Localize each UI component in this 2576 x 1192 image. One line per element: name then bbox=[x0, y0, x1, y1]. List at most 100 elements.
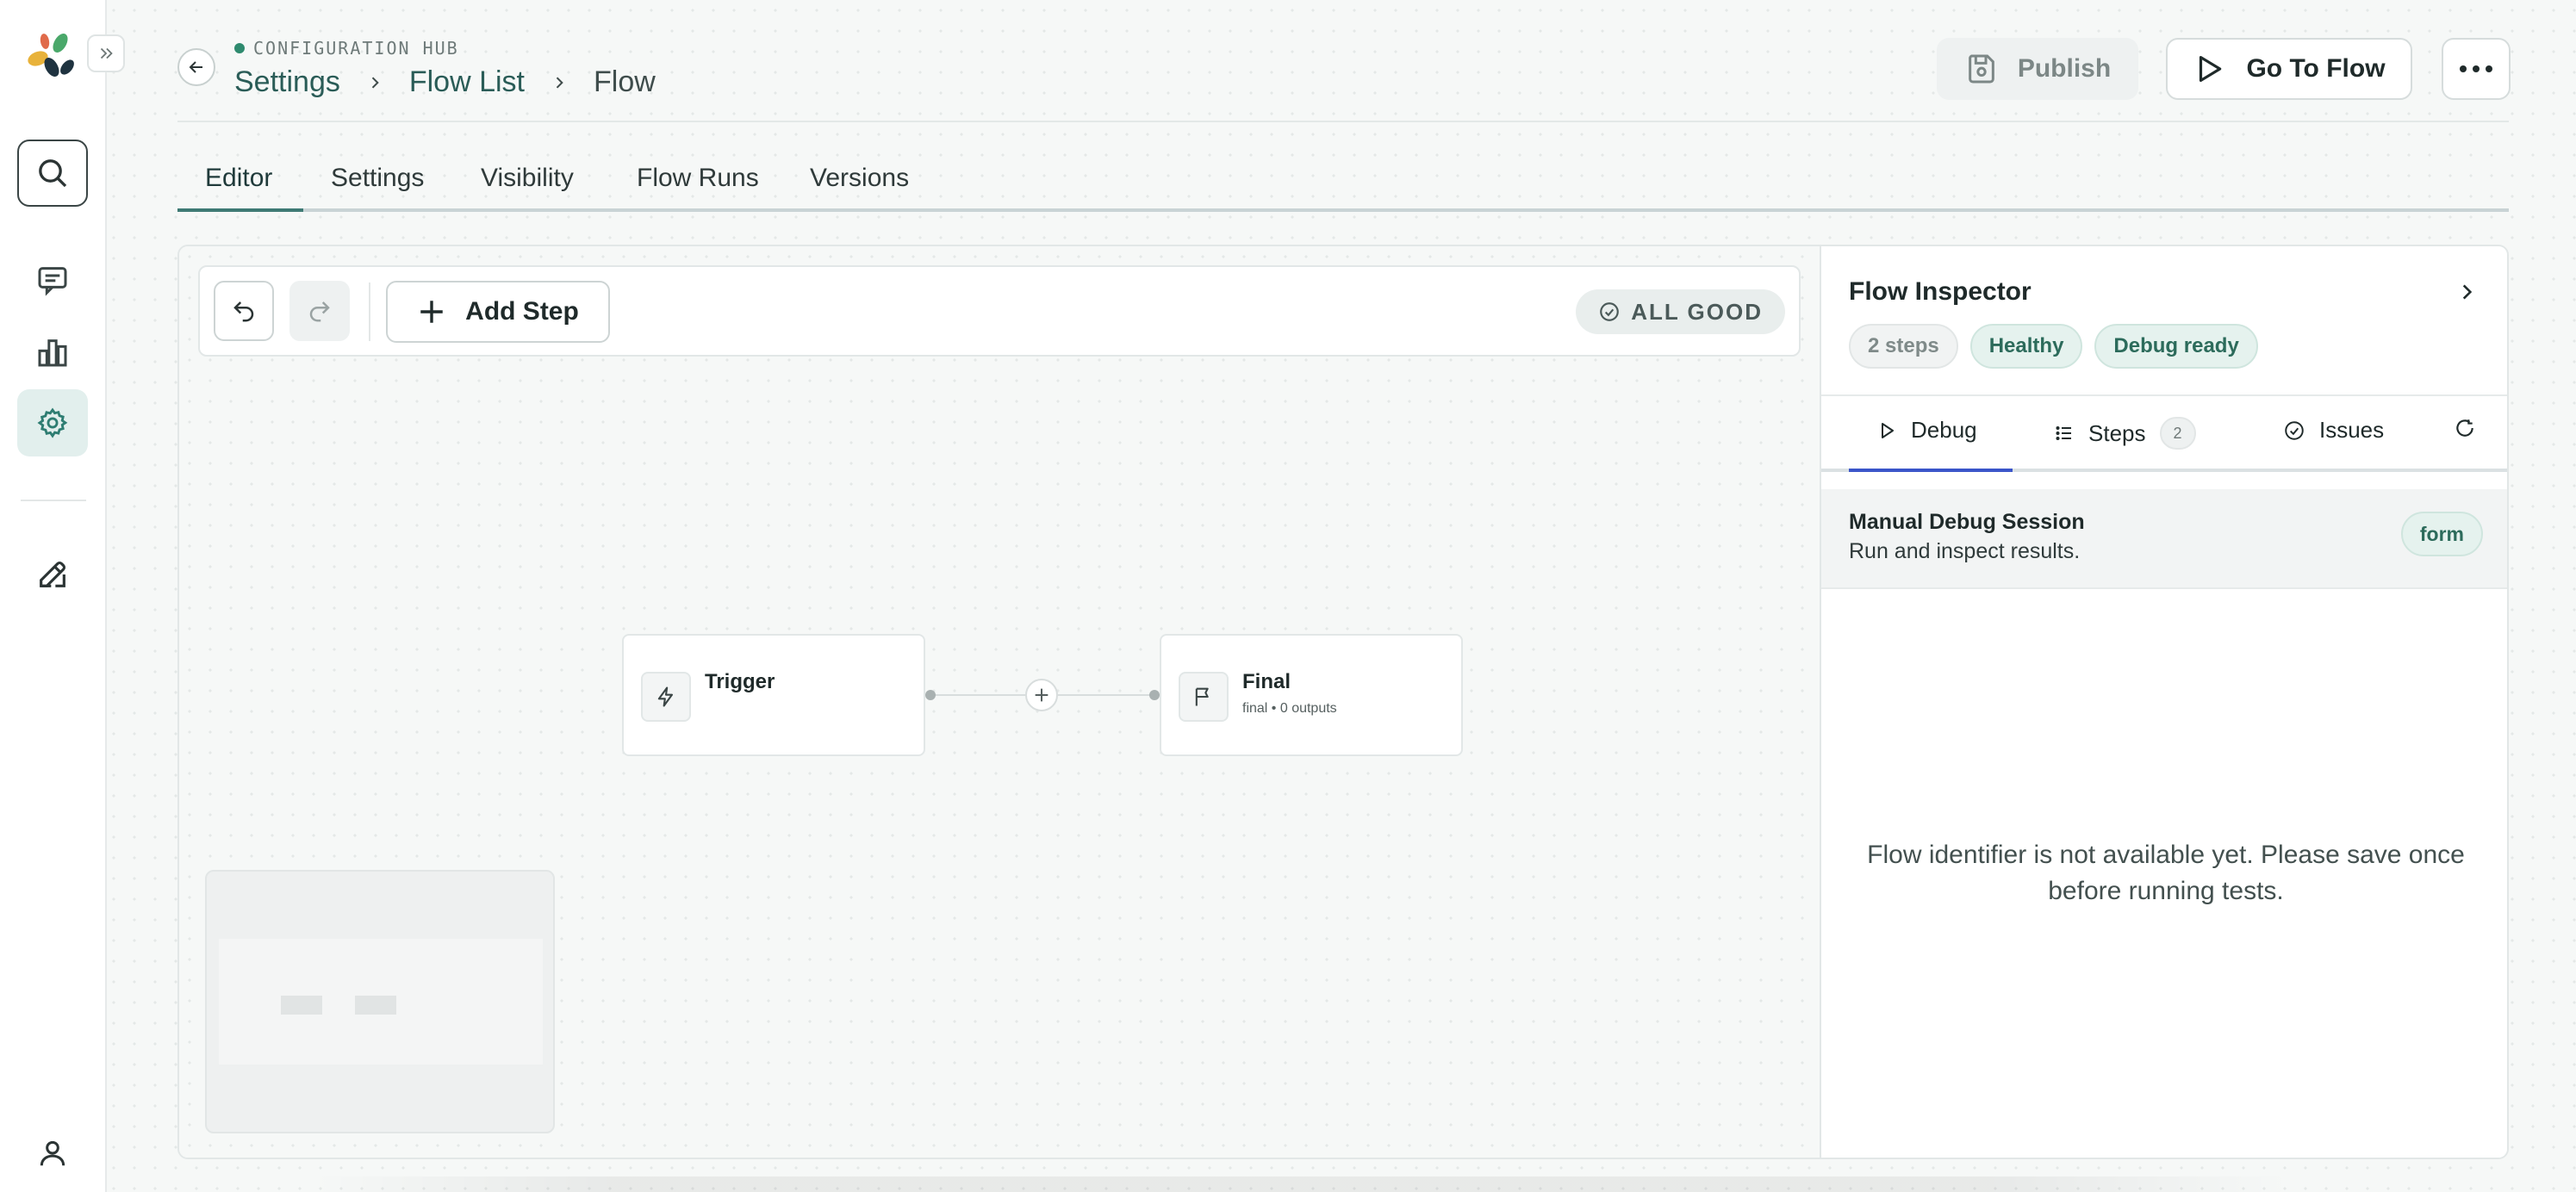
chevron-right-icon bbox=[366, 74, 383, 91]
check-circle-icon bbox=[2283, 419, 2305, 442]
undo-button[interactable] bbox=[214, 281, 274, 341]
flow-canvas[interactable]: Add Step ALL GOOD Trigger Final final • … bbox=[179, 246, 1820, 1158]
debug-status-pill: Debug ready bbox=[2094, 324, 2258, 369]
check-circle-icon bbox=[1598, 301, 1621, 323]
play-icon bbox=[1876, 420, 1897, 441]
input-port[interactable] bbox=[1149, 690, 1160, 700]
user-icon bbox=[36, 1137, 69, 1170]
session-type-badge: form bbox=[2400, 512, 2483, 556]
node-subtitle: final • 0 outputs bbox=[1242, 701, 1337, 716]
flow-inspector-panel: Flow Inspector 2 steps Healthy Debug rea… bbox=[1820, 246, 2507, 1158]
trigger-node[interactable]: Trigger bbox=[622, 634, 925, 756]
insert-step-button[interactable] bbox=[1025, 679, 1058, 711]
left-rail bbox=[0, 0, 107, 1192]
canvas-toolbar: Add Step ALL GOOD bbox=[198, 265, 1801, 357]
breadcrumb-flow-list[interactable]: Flow List bbox=[409, 65, 525, 99]
arrow-left-icon bbox=[186, 57, 207, 78]
bottom-shadow bbox=[310, 1176, 2292, 1192]
tab-issues-label: Issues bbox=[2319, 417, 2385, 443]
expand-sidebar-button[interactable] bbox=[87, 34, 125, 72]
undo-icon bbox=[231, 298, 257, 324]
header-divider bbox=[177, 121, 2509, 122]
redo-icon bbox=[307, 298, 333, 324]
back-button[interactable] bbox=[177, 48, 215, 86]
breadcrumb: Settings Flow List Flow bbox=[234, 65, 656, 99]
search-icon bbox=[35, 156, 70, 190]
double-chevron-right-icon bbox=[96, 44, 115, 63]
refresh-button[interactable] bbox=[2454, 417, 2476, 439]
validation-status-badge: ALL GOOD bbox=[1576, 289, 1785, 334]
breadcrumb-current: Flow bbox=[594, 65, 656, 98]
tab-issues[interactable]: Issues bbox=[2283, 417, 2384, 444]
tab-steps[interactable]: Steps 2 bbox=[2054, 417, 2196, 450]
editor-panel: Add Step ALL GOOD Trigger Final final • … bbox=[177, 245, 2509, 1159]
node-title: Final bbox=[1242, 670, 1291, 693]
go-to-flow-label: Go To Flow bbox=[2246, 54, 2386, 83]
minimap-node bbox=[281, 996, 322, 1015]
edit-icon bbox=[35, 557, 70, 592]
play-icon bbox=[2193, 52, 2225, 86]
publish-label: Publish bbox=[2017, 54, 2112, 83]
empty-state-message: Flow identifier is not available yet. Pl… bbox=[1867, 841, 2465, 905]
steps-count-badge: 2 bbox=[2159, 417, 2196, 450]
minimap[interactable] bbox=[205, 870, 555, 1133]
flag-icon bbox=[1179, 672, 1229, 722]
tab-flow-runs[interactable]: Flow Runs bbox=[637, 164, 759, 193]
connector-edge bbox=[930, 694, 1025, 696]
breadcrumb-settings[interactable]: Settings bbox=[234, 65, 340, 99]
minimap-node bbox=[355, 996, 396, 1015]
chevron-right-icon bbox=[2455, 281, 2478, 303]
node-title: Trigger bbox=[705, 670, 775, 693]
plus-icon bbox=[417, 297, 446, 326]
add-step-label: Add Step bbox=[465, 297, 579, 326]
gear-icon bbox=[36, 407, 69, 439]
tab-debug[interactable]: Debug bbox=[1876, 417, 1977, 444]
redo-button[interactable] bbox=[289, 281, 350, 341]
refresh-icon bbox=[2454, 417, 2476, 439]
more-horizontal-icon bbox=[2459, 65, 2493, 73]
tab-versions[interactable]: Versions bbox=[810, 164, 909, 193]
rail-edit-button[interactable] bbox=[17, 541, 88, 608]
save-icon bbox=[1964, 52, 1999, 86]
hub-label-text: CONFIGURATION HUB bbox=[253, 38, 459, 59]
page-tabs: Editor Settings Visibility Flow Runs Ver… bbox=[177, 160, 2509, 212]
rail-search-button[interactable] bbox=[17, 140, 88, 207]
status-dot bbox=[234, 43, 245, 53]
list-icon bbox=[2054, 423, 2075, 444]
tab-settings[interactable]: Settings bbox=[331, 164, 424, 193]
rail-chat-button[interactable] bbox=[17, 246, 88, 314]
final-node[interactable]: Final final • 0 outputs bbox=[1160, 634, 1463, 756]
tab-visibility[interactable]: Visibility bbox=[481, 164, 574, 193]
output-port[interactable] bbox=[925, 690, 936, 700]
inspector-title: Flow Inspector bbox=[1849, 277, 2032, 306]
section-label: CONFIGURATION HUB bbox=[234, 38, 459, 59]
session-subtitle: Run and inspect results. bbox=[1849, 539, 2081, 563]
collapse-inspector-button[interactable] bbox=[2455, 281, 2478, 303]
rail-analytics-button[interactable] bbox=[17, 319, 88, 386]
chat-icon bbox=[35, 263, 70, 297]
tab-debug-label: Debug bbox=[1911, 417, 1977, 443]
rail-divider bbox=[21, 500, 86, 501]
session-title: Manual Debug Session bbox=[1849, 510, 2085, 534]
inspector-status-pills: 2 steps Healthy Debug ready bbox=[1849, 324, 2258, 369]
plus-icon bbox=[1032, 686, 1051, 705]
app-logo[interactable] bbox=[26, 31, 79, 79]
health-pill: Healthy bbox=[1969, 324, 2083, 369]
validation-status-text: ALL GOOD bbox=[1631, 298, 1763, 325]
add-step-button[interactable]: Add Step bbox=[386, 281, 610, 343]
inspector-tabs: Debug Steps 2 Issues bbox=[1821, 394, 2507, 472]
active-inspector-tab-indicator bbox=[1849, 469, 2013, 472]
chevron-right-icon bbox=[551, 74, 568, 91]
tab-editor[interactable]: Editor bbox=[205, 164, 272, 193]
rail-profile-button[interactable] bbox=[17, 1120, 88, 1187]
lightning-icon bbox=[641, 672, 691, 722]
tab-steps-label: Steps bbox=[2088, 419, 2146, 446]
bar-chart-icon bbox=[35, 335, 70, 369]
more-options-button[interactable] bbox=[2442, 38, 2511, 100]
debug-session-card[interactable]: Manual Debug Session Run and inspect res… bbox=[1821, 489, 2507, 589]
go-to-flow-button[interactable]: Go To Flow bbox=[2166, 38, 2412, 100]
toolbar-divider bbox=[369, 282, 370, 341]
active-tab-indicator bbox=[177, 208, 303, 212]
rail-settings-button[interactable] bbox=[17, 389, 88, 456]
publish-button[interactable]: Publish bbox=[1937, 38, 2138, 100]
